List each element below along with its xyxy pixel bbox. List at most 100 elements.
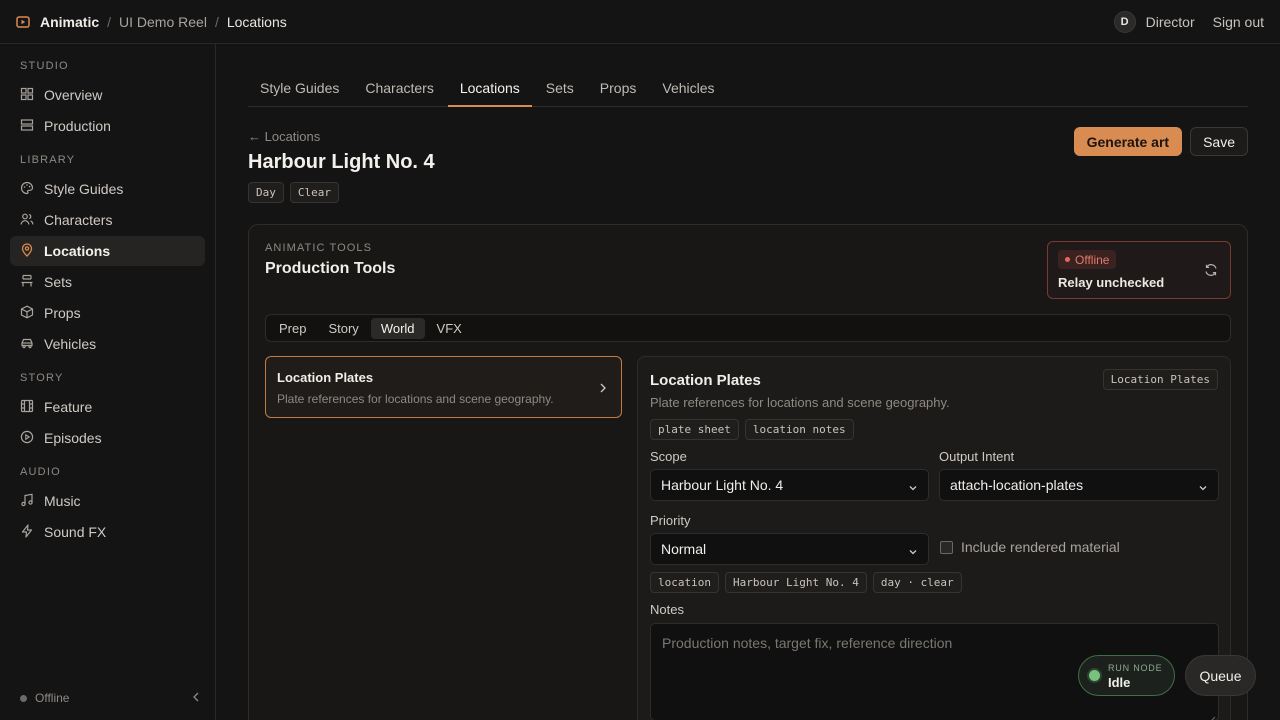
location-chips: Day Clear — [248, 182, 1248, 203]
sidebar-item-sound-fx[interactable]: Sound FX — [10, 517, 205, 547]
page-actions: Generate art Save — [1073, 127, 1248, 156]
tab-vehicles[interactable]: Vehicles — [650, 80, 726, 106]
segment-story[interactable]: Story — [318, 318, 368, 339]
run-node-status[interactable]: RUN NODE Idle — [1078, 655, 1175, 696]
tab-characters[interactable]: Characters — [353, 80, 445, 106]
chevron-right-icon — [598, 381, 608, 393]
sidebar-item-label: Vehicles — [44, 336, 97, 352]
scope-select[interactable]: Harbour Light No. 4 — [650, 469, 929, 501]
tool-card-location-plates[interactable]: Location Plates Plate references for loc… — [265, 356, 622, 418]
segment-vfx[interactable]: VFX — [427, 318, 472, 339]
sidebar-item-episodes[interactable]: Episodes — [10, 423, 205, 453]
users-icon — [20, 212, 34, 229]
scope-value: Harbour Light No. 4 — [661, 477, 784, 493]
notes-label: Notes — [650, 602, 684, 617]
output-intent-label: Output Intent — [939, 449, 1015, 464]
context-tags: location Harbour Light No. 4 day · clear — [650, 572, 962, 593]
sidebar-item-style-guides[interactable]: Style Guides — [10, 174, 205, 204]
output-intent-value: attach-location-plates — [950, 477, 1084, 493]
breadcrumb-current: Locations — [226, 13, 287, 30]
chip-clear: Clear — [289, 182, 339, 203]
breadcrumb-separator: / — [214, 13, 219, 30]
avatar[interactable]: D — [1113, 10, 1136, 33]
offline-badge: Offline — [1058, 250, 1117, 269]
breadcrumb-project-link[interactable]: UI Demo Reel — [119, 14, 207, 30]
idle-status-dot — [1089, 670, 1100, 681]
map-pin-icon — [20, 242, 34, 260]
sidebar-item-feature[interactable]: Feature — [10, 392, 205, 422]
production-tools-panel: ANIMATIC TOOLS Production Tools Offline … — [248, 224, 1248, 720]
sidebar-item-label: Feature — [44, 399, 93, 415]
panel-title: Production Tools — [265, 260, 396, 277]
sidebar-item-label: Locations — [44, 243, 111, 259]
sidebar-section-title: LIBRARY — [20, 154, 76, 166]
refresh-icon[interactable] — [1204, 263, 1218, 277]
generate-art-button[interactable]: Generate art — [1073, 127, 1183, 156]
resize-grip-icon[interactable] — [1208, 710, 1216, 720]
panel-eyebrow: ANIMATIC TOOLS — [265, 242, 373, 254]
tag-plate-sheet: plate sheet — [650, 419, 739, 440]
sidebar-item-music[interactable]: Music — [10, 486, 205, 516]
sidebar-item-label: Overview — [44, 87, 103, 103]
tool-category-tabs: Prep Story World VFX — [265, 314, 1231, 342]
sidebar-section-title: AUDIO — [20, 466, 61, 478]
play-logo-icon — [16, 15, 30, 29]
chevron-down-icon — [1198, 480, 1208, 491]
library-tabs: Style Guides Characters Locations Sets P… — [248, 44, 1248, 107]
chip-day: Day — [248, 182, 284, 203]
save-button[interactable]: Save — [1190, 127, 1248, 156]
sidebar-item-locations[interactable]: Locations — [10, 236, 205, 266]
run-node-value: Idle — [1108, 675, 1131, 690]
tag-conditions: day · clear — [872, 572, 962, 593]
include-rendered-toggle[interactable]: Include rendered material — [940, 539, 1120, 555]
sidebar-item-label: Characters — [44, 212, 113, 228]
queue-button[interactable]: Queue — [1185, 655, 1256, 696]
tab-style-guides[interactable]: Style Guides — [248, 80, 351, 106]
tab-props[interactable]: Props — [588, 80, 649, 106]
sidebar-item-label: Props — [44, 305, 81, 321]
sidebar-item-overview[interactable]: Overview — [10, 80, 205, 110]
collapse-sidebar-icon[interactable] — [192, 691, 200, 705]
sidebar-item-characters[interactable]: Characters — [10, 205, 205, 235]
include-rendered-label: Include rendered material — [961, 539, 1120, 555]
priority-value: Normal — [661, 541, 707, 557]
tab-locations[interactable]: Locations — [447, 80, 532, 107]
film-icon — [20, 399, 34, 416]
segment-prep[interactable]: Prep — [269, 318, 316, 339]
run-node-label: RUN NODE — [1108, 663, 1163, 673]
tag-location: location — [650, 572, 719, 593]
chevron-down-icon — [908, 544, 918, 555]
box-icon — [20, 305, 34, 322]
sidebar-item-props[interactable]: Props — [10, 298, 205, 328]
segment-world[interactable]: World — [370, 317, 425, 339]
sidebar-item-label: Production — [44, 118, 111, 134]
user-role[interactable]: Director — [1146, 14, 1195, 30]
output-tags: plate sheet location notes — [650, 419, 854, 440]
sidebar-item-sets[interactable]: Sets — [10, 267, 205, 297]
car-icon — [20, 336, 34, 353]
grid-icon — [20, 87, 34, 104]
music-icon — [20, 493, 34, 510]
sign-out-button[interactable]: Sign out — [1213, 14, 1264, 30]
relay-status-text: Relay unchecked — [1058, 275, 1165, 290]
sidebar-item-label: Sets — [44, 274, 73, 290]
tool-id-tag: Location Plates — [1102, 369, 1218, 390]
top-bar: Animatic / UI Demo Reel / Locations D Di… — [0, 0, 1280, 44]
tag-scope-name: Harbour Light No. 4 — [724, 572, 867, 593]
output-intent-select[interactable]: attach-location-plates — [939, 469, 1219, 501]
offline-badge-label: Offline — [1075, 252, 1110, 267]
sidebar-item-vehicles[interactable]: Vehicles — [10, 329, 205, 359]
main-content: Style Guides Characters Locations Sets P… — [248, 44, 1248, 720]
sidebar-item-production[interactable]: Production — [10, 111, 205, 141]
notes-placeholder: Production notes, target fix, reference … — [662, 635, 953, 651]
set-icon — [20, 274, 34, 291]
sidebar-item-label: Music — [44, 493, 81, 509]
app-name-link[interactable]: Animatic — [40, 14, 99, 30]
tab-sets[interactable]: Sets — [534, 80, 586, 106]
sidebar: STUDIO Overview Production LIBRARY Style… — [0, 44, 216, 720]
breadcrumb-separator: / — [107, 13, 112, 30]
priority-select[interactable]: Normal — [650, 533, 929, 565]
include-rendered-checkbox[interactable] — [940, 540, 953, 554]
sidebar-item-label: Episodes — [44, 430, 102, 446]
palette-icon — [20, 181, 34, 198]
